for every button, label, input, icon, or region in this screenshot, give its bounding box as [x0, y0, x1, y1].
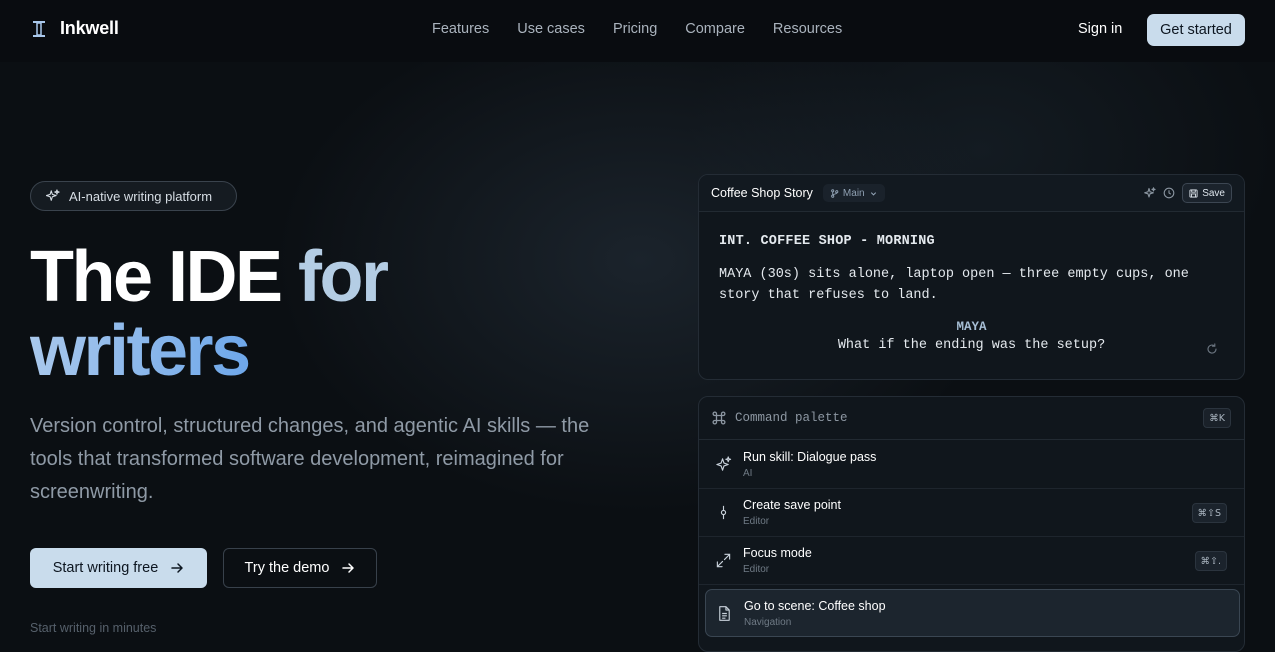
hero-badge: AI-native writing platform	[30, 181, 237, 211]
command-item-create-save-point[interactable]: Create save point Editor ⌘⇧S	[699, 489, 1244, 537]
scene-heading: INT. COFFEE SHOP - MORNING	[719, 234, 935, 249]
sparkles-icon	[46, 189, 60, 203]
commit-icon	[715, 504, 732, 521]
start-writing-free-button[interactable]: Start writing free	[30, 548, 207, 588]
editor-toolbar: Coffee Shop Story Main Save	[699, 175, 1244, 212]
command-palette: Command palette ⌘K Run skill: Dialogue p…	[698, 396, 1245, 652]
save-button[interactable]: Save	[1182, 183, 1232, 203]
refresh-icon[interactable]	[1206, 343, 1218, 355]
command-shortcut: ⌘⇧.	[1194, 551, 1227, 571]
git-branch-icon	[830, 188, 839, 198]
script-editor-preview: Coffee Shop Story Main Save INT. COFFEE …	[698, 174, 1245, 380]
hero-footnote: Start writing in minutes	[30, 621, 157, 635]
command-item-focus-mode[interactable]: Focus mode Editor ⌘⇧.	[699, 537, 1244, 585]
try-demo-button[interactable]: Try the demo	[223, 548, 377, 588]
nav-link-features[interactable]: Features	[432, 21, 489, 37]
branch-name: Main	[842, 187, 865, 199]
history-clock-icon[interactable]	[1163, 187, 1175, 199]
document-icon	[716, 605, 733, 622]
action-line: MAYA (30s) sits alone, laptop open — thr…	[719, 267, 1189, 303]
document-title: Coffee Shop Story	[711, 186, 813, 200]
hero-title: The IDE for writers	[30, 237, 389, 391]
brand[interactable]: Inkwell	[30, 18, 119, 39]
expand-icon	[715, 552, 732, 569]
nav-link-pricing[interactable]: Pricing	[613, 21, 657, 37]
chevron-down-icon	[869, 189, 878, 198]
sparkles-icon	[715, 456, 732, 473]
sparkles-icon[interactable]	[1144, 187, 1156, 199]
sign-in-link[interactable]: Sign in	[1078, 21, 1122, 37]
command-palette-placeholder: Command palette	[735, 411, 848, 425]
command-category: AI	[743, 468, 753, 479]
command-palette-shortcut: ⌘K	[1203, 408, 1231, 428]
nav-link-resources[interactable]: Resources	[773, 21, 842, 37]
command-label: Run skill: Dialogue pass	[743, 450, 877, 464]
hero-title-writers: writers	[30, 311, 251, 391]
try-demo-label: Try the demo	[244, 560, 330, 576]
command-label: Focus mode	[743, 546, 812, 560]
hero-title-for: for	[298, 237, 389, 317]
command-category: Editor	[743, 564, 770, 575]
command-item-go-to-scene[interactable]: Go to scene: Coffee shop Navigation	[705, 589, 1240, 637]
arrow-right-icon	[341, 561, 355, 575]
start-writing-free-label: Start writing free	[52, 560, 159, 576]
command-shortcut: ⌘⇧S	[1191, 503, 1227, 523]
branch-selector[interactable]: Main	[822, 184, 885, 202]
command-label: Go to scene: Coffee shop	[744, 599, 886, 613]
character-name: MAYA	[956, 320, 987, 334]
top-nav: Inkwell Features Use cases Pricing Compa…	[0, 0, 1275, 62]
dialogue-line: What if the ending was the setup?	[837, 338, 1106, 353]
arrow-right-icon	[170, 561, 184, 575]
ink-pen-logo-icon	[30, 19, 48, 39]
hero-badge-label: AI-native writing platform	[69, 188, 213, 204]
editor-tools: Save	[1144, 183, 1232, 203]
hero-title-ide: The IDE	[30, 237, 283, 317]
nav-link-compare[interactable]: Compare	[685, 21, 745, 37]
floppy-disk-icon	[1189, 188, 1198, 198]
nav-link-use-cases[interactable]: Use cases	[517, 21, 585, 37]
command-item-dialogue-pass[interactable]: Run skill: Dialogue pass AI	[699, 441, 1244, 489]
command-category: Editor	[743, 516, 770, 527]
hero-subtitle: Version control, structured changes, and…	[30, 415, 590, 503]
command-key-icon	[711, 410, 727, 426]
get-started-button[interactable]: Get started	[1147, 14, 1245, 46]
save-label: Save	[1202, 187, 1225, 199]
command-label: Create save point	[743, 498, 841, 512]
command-palette-search[interactable]: Command palette ⌘K	[699, 397, 1244, 440]
nav-links: Features Use cases Pricing Compare Resou…	[432, 21, 842, 37]
command-category: Navigation	[744, 617, 792, 628]
brand-name: Inkwell	[60, 18, 119, 38]
